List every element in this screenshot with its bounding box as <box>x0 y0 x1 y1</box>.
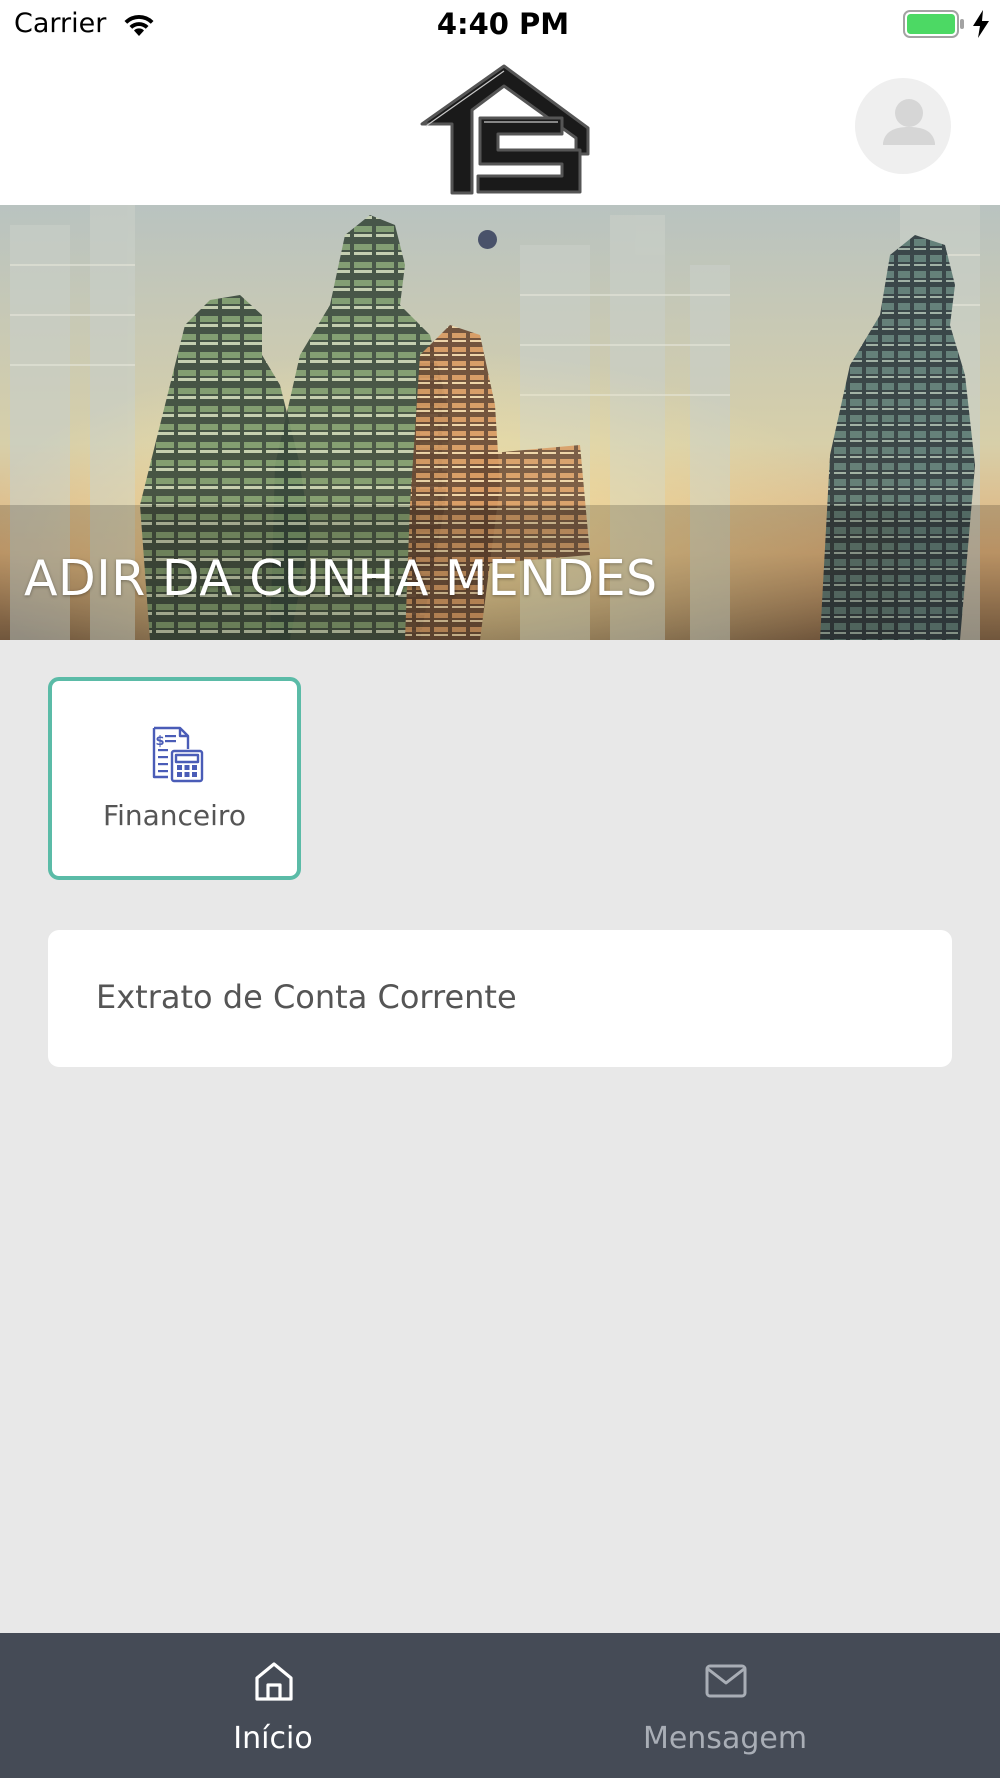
tab-mensagem[interactable]: Mensagem <box>500 1633 1000 1778</box>
status-bar: Carrier 4:40 PM <box>0 0 1000 50</box>
tab-label: Início <box>233 1721 313 1756</box>
carousel-indicator-dot[interactable] <box>478 230 497 249</box>
bottom-tab-bar: Início Mensagem <box>0 1633 1000 1778</box>
tab-label: Mensagem <box>642 1721 808 1756</box>
profile-avatar-button[interactable] <box>855 78 951 174</box>
financial-calculator-icon: $ <box>152 726 204 783</box>
list-item-label: Extrato de Conta Corrente <box>96 978 517 1016</box>
mail-icon <box>705 1664 747 1698</box>
user-avatar-icon <box>883 99 935 145</box>
main-content: $ Financeiro Extrato de Conta Corrente <box>0 640 1000 1633</box>
module-tile-financeiro[interactable]: $ Financeiro <box>48 677 301 880</box>
charging-bolt-icon <box>973 10 989 38</box>
profile-banner: ADIR DA CUNHA MENDES <box>0 205 1000 640</box>
list-item-extrato-conta-corrente[interactable]: Extrato de Conta Corrente <box>48 930 952 1067</box>
module-label: Financeiro <box>103 799 246 832</box>
clock: 4:40 PM <box>436 7 570 41</box>
svg-text:$: $ <box>156 734 165 749</box>
home-icon <box>255 1662 293 1701</box>
app-header <box>0 50 1000 205</box>
tab-inicio[interactable]: Início <box>0 1633 500 1778</box>
brand-logo <box>412 58 597 203</box>
user-name: ADIR DA CUNHA MENDES <box>24 550 658 607</box>
battery-charging-icon <box>903 10 964 38</box>
